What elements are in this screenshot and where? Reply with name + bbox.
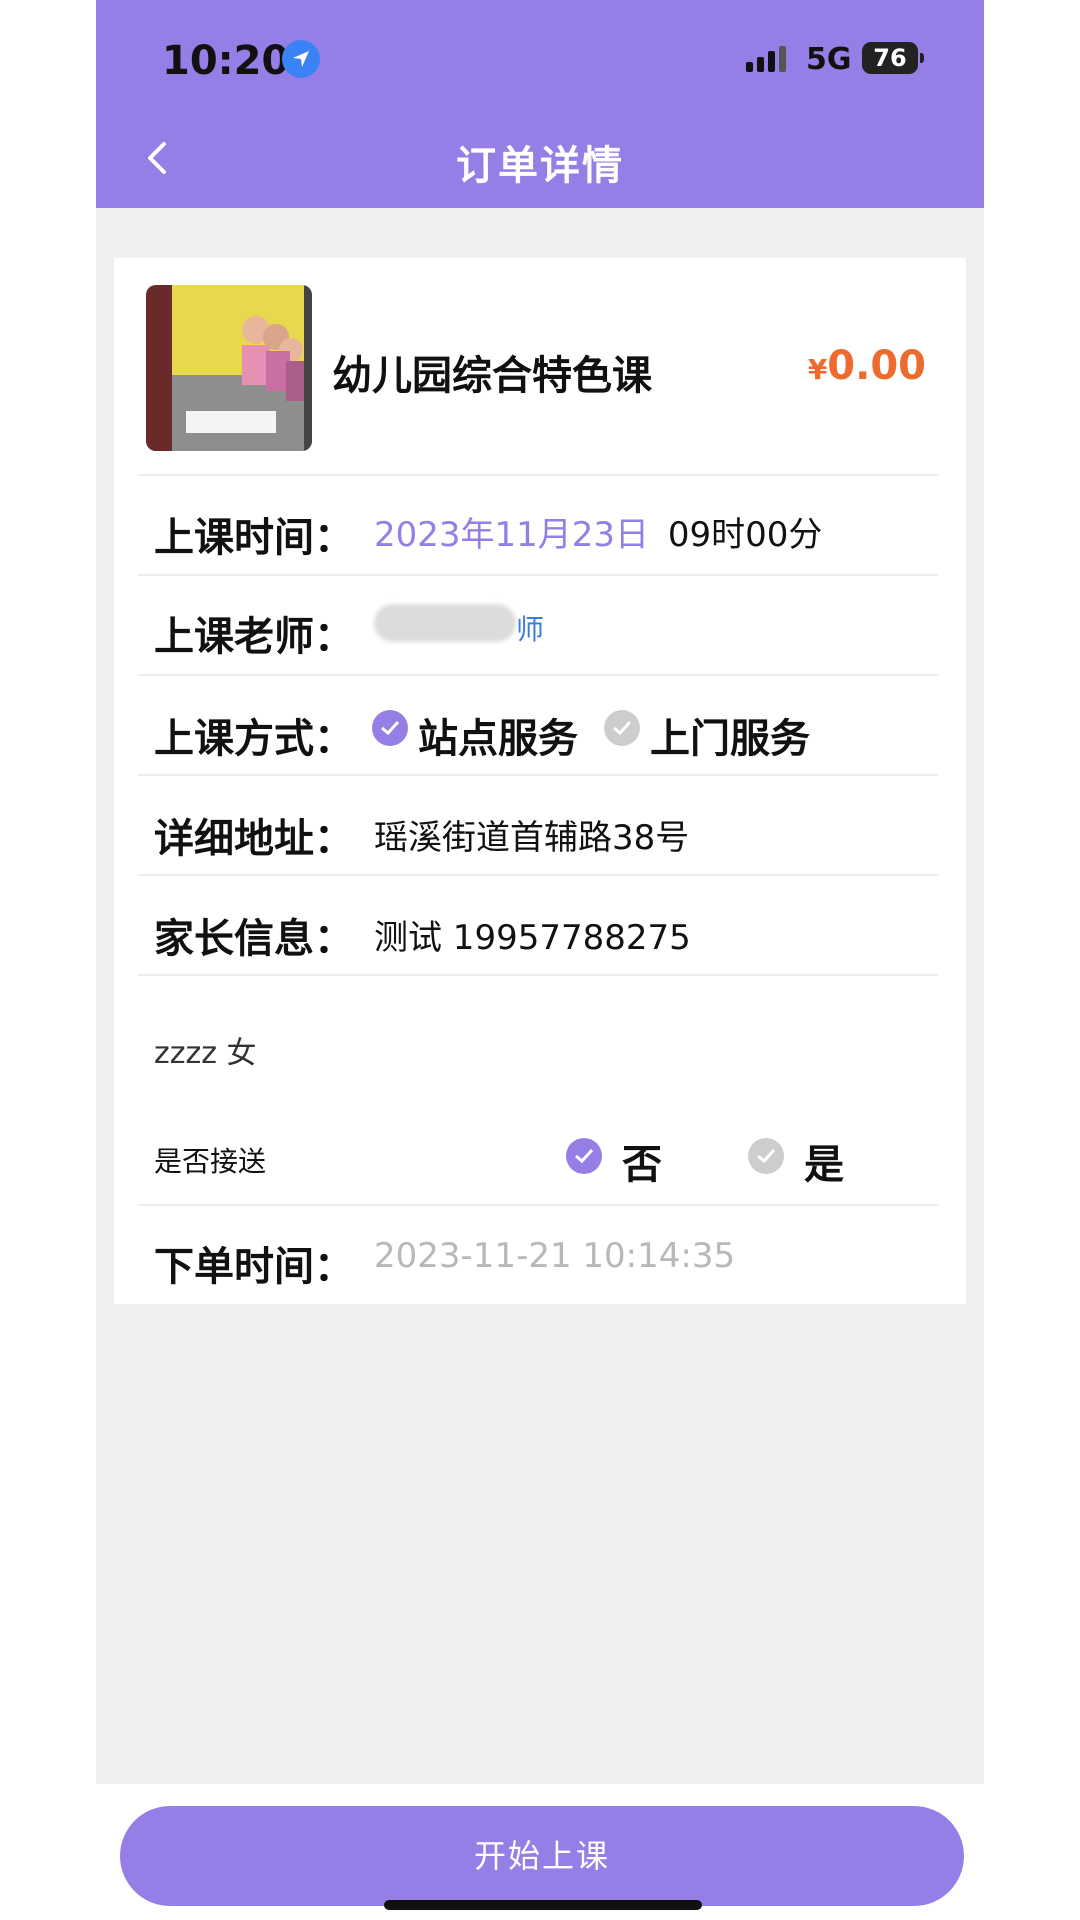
course-price: ¥0.00	[807, 343, 926, 389]
child-info: zzzz 女	[154, 1036, 257, 1071]
parent-info-value: 测试 19957788275	[374, 918, 691, 958]
divider	[138, 674, 938, 676]
signal-icon	[746, 46, 786, 72]
course-thumbnail	[146, 285, 312, 451]
home-service-option[interactable]: 上门服务	[650, 706, 810, 764]
divider	[138, 574, 938, 576]
pickup-label: 是否接送	[154, 1145, 267, 1178]
pickup-no-option[interactable]: 否	[622, 1132, 662, 1190]
redacted-teacher-name	[374, 604, 516, 642]
course-name: 幼儿园综合特色课	[332, 353, 652, 399]
battery-icon: 76	[862, 42, 924, 74]
site-service-check-icon[interactable]	[372, 710, 408, 746]
site-service-option[interactable]: 站点服务	[418, 706, 578, 764]
start-class-button[interactable]: 开始上课	[120, 1806, 964, 1906]
class-date: 2023年11月23日	[374, 515, 650, 555]
class-time-value: 2023年11月23日 09时00分	[374, 507, 822, 556]
location-arrow-icon	[282, 40, 320, 78]
teacher-name-suffix: 师	[516, 613, 545, 646]
divider	[138, 474, 938, 476]
address-label: 详细地址：	[154, 816, 354, 862]
parent-info-label: 家长信息：	[154, 916, 354, 962]
phone-screen: 10:20 5G 76 订单详情 幼儿园综合特色课 ¥0.00 上课时间： 20…	[96, 0, 984, 1920]
network-label: 5G	[806, 42, 852, 77]
divider	[138, 974, 938, 976]
address-value: 瑶溪街道首辅路38号	[374, 818, 690, 858]
home-indicator	[384, 1900, 702, 1910]
pickup-yes-check-icon[interactable]	[748, 1138, 784, 1174]
teacher-label: 上课老师：	[154, 614, 354, 660]
divider	[138, 1204, 938, 1206]
pickup-no-check-icon[interactable]	[566, 1138, 602, 1174]
order-time-value: 2023-11-21 10:14:35	[374, 1236, 736, 1276]
status-time: 10:20	[162, 38, 290, 84]
page-title: 订单详情	[456, 143, 624, 189]
order-time-label: 下单时间：	[154, 1244, 354, 1290]
pickup-yes-option[interactable]: 是	[804, 1132, 844, 1190]
class-clock: 09时00分	[667, 515, 823, 555]
home-service-check-icon[interactable]	[604, 710, 640, 746]
divider	[138, 774, 938, 776]
order-card: 幼儿园综合特色课 ¥0.00 上课时间： 2023年11月23日 09时00分 …	[114, 258, 966, 1304]
divider	[138, 874, 938, 876]
header-bar: 10:20 5G 76 订单详情	[96, 0, 984, 208]
class-time-label: 上课时间：	[154, 515, 354, 561]
service-method-label: 上课方式：	[154, 716, 354, 762]
